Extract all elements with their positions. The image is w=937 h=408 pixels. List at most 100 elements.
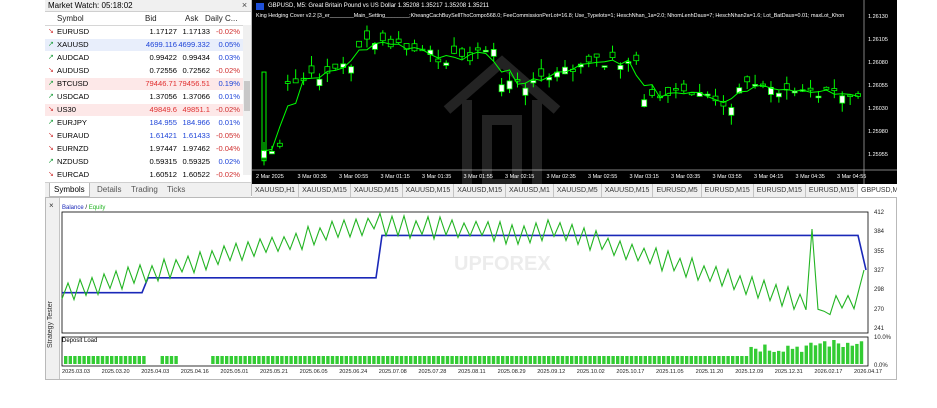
column-header-daily-change[interactable]: Daily C... [205, 12, 237, 25]
scrollbar-thumb[interactable] [244, 81, 250, 111]
candlestick-chart[interactable]: 1.26130 1.26105 1.26080 1.26055 1.26030 1.259… [252, 0, 897, 184]
deposit-load-bar [648, 356, 652, 364]
market-watch-tabs: Symbols Details Trading Ticks [45, 182, 251, 197]
chart-tab[interactable]: XAUUSD,M5 [554, 184, 602, 197]
symbol-row-eurjpy[interactable]: ↗ EURJPY 184.955 184.966 0.01% [45, 117, 243, 129]
column-header-ask[interactable]: Ask [185, 12, 198, 25]
ask-price: 1.37066 [182, 92, 210, 101]
deposit-load-bar [662, 356, 666, 364]
deposit-load-bar [547, 356, 551, 364]
symbol-row-eurcad[interactable]: ↘ EURCAD 1.60512 1.60522 -0.02% [45, 169, 243, 181]
candle [831, 88, 838, 92]
chart-tab[interactable]: XAUUSD,M15 [299, 184, 351, 197]
deposit-load-bar [588, 356, 592, 364]
deposit-load-bar [629, 356, 634, 364]
candle [530, 80, 537, 84]
deposit-load-bar [257, 356, 261, 364]
deposit-load-bar [289, 356, 293, 364]
bid-price: 0.59315 [149, 157, 177, 166]
deposit-load-bar [174, 356, 178, 364]
chart-tab[interactable]: XAUUSD,M15 [351, 184, 403, 197]
deposit-load-bar [243, 356, 247, 364]
deposit-load-bar [77, 356, 82, 364]
symbol-row-audcad[interactable]: ↗ AUDCAD 0.99422 0.99434 0.03% [45, 52, 243, 64]
deposit-load-bar [215, 356, 220, 364]
chart-tab[interactable]: EURUSD,M15 [754, 184, 806, 197]
symbol-row-xauusd[interactable]: ↗ XAUUSD 4699.116 4699.332 0.05% [45, 39, 243, 51]
deposit-load-bar [574, 356, 578, 364]
symbol-row-usdcad[interactable]: ↗ USDCAD 1.37056 1.37066 0.01% [45, 91, 243, 103]
symbol-row-eurnzd[interactable]: ↘ EURNZD 1.97447 1.97462 -0.04% [45, 143, 243, 155]
deposit-load-bar [786, 345, 790, 364]
deposit-load-bar [721, 356, 726, 364]
bid-price: 49849.6 [149, 105, 177, 114]
deposit-load-bar [542, 356, 546, 364]
candle [276, 142, 283, 147]
bid-price: 1.60512 [149, 170, 177, 179]
y-axis-label: 270 [874, 306, 885, 313]
deposit-load-bar [376, 356, 381, 364]
chart-tab[interactable]: GBPUSD,M15 [858, 184, 897, 197]
chart-tab[interactable]: XAUUSD,M1 [506, 184, 554, 197]
bid-price: 79446.71 [145, 79, 177, 88]
candle [379, 32, 386, 42]
price-chart[interactable]: 1.26130 1.26105 1.26080 1.26055 1.26030 1.259… [252, 0, 897, 184]
candle [387, 38, 394, 48]
balance-equity-graph[interactable]: UPFOREX [46, 198, 896, 379]
deposit-load-bar [827, 346, 831, 364]
chart-tab[interactable]: XAUUSD,M15 [602, 184, 654, 197]
column-header-bid[interactable]: Bid [145, 12, 157, 25]
symbol-row-btcusd[interactable]: ↗ BTCUSD 79446.71 79456.51 0.19% [45, 78, 243, 90]
arrow-up-icon: ↗ [48, 93, 54, 100]
deposit-load-bar [800, 351, 804, 364]
x-axis-label: 2026.02.17 [814, 369, 843, 375]
price-label: 1.26030 [868, 106, 888, 112]
market-watch-header: Symbol Bid Ask Daily C... [45, 12, 251, 26]
symbol-row-eurusd[interactable]: ↘ EURUSD 1.17127 1.17133 -0.02% [45, 26, 243, 38]
deposit-load-bar [850, 345, 854, 364]
deposit-load-bar [330, 356, 335, 364]
tab-details[interactable]: Details [93, 183, 125, 196]
candle [744, 76, 751, 83]
candle [601, 65, 608, 68]
chart-tab[interactable]: EURUSD,M5 [653, 184, 702, 197]
symbol-row-nzdusd[interactable]: ↗ NZDUSD 0.59315 0.59325 0.02% [45, 156, 243, 168]
scrollbar[interactable] [243, 25, 251, 175]
close-icon[interactable]: × [240, 0, 249, 11]
chart-tab[interactable]: EURUSD,M15 [702, 184, 754, 197]
symbol-row-euraud[interactable]: ↘ EURAUD 1.61421 1.61433 -0.05% [45, 130, 243, 142]
column-header-symbol[interactable]: Symbol [57, 12, 84, 25]
deposit-load-bar [735, 356, 739, 364]
deposit-load-bar [64, 356, 68, 364]
deposit-load-bar [211, 356, 215, 364]
candle [633, 54, 640, 62]
symbol-row-us30[interactable]: ↘ US30 49849.6 49851.1 -0.02% [45, 104, 243, 116]
candle [506, 80, 513, 90]
deposit-load-bar [533, 356, 537, 364]
chart-tab[interactable]: XAUUSD,M15 [403, 184, 455, 197]
x-axis-label: 2025.09.12 [537, 369, 566, 375]
x-axis-label: 2025.12.31 [774, 369, 803, 375]
chart-tab[interactable]: XAUUSD,H1 [252, 184, 300, 197]
arrow-up-icon: ↗ [48, 80, 54, 87]
chart-tab[interactable]: EURUSD,M15 [806, 184, 859, 197]
deposit-load-bar [418, 356, 422, 364]
symbol-name: EURUSD [57, 27, 90, 36]
deposit-load-bar [519, 356, 523, 364]
candle [435, 58, 442, 63]
tab-trading[interactable]: Trading [127, 183, 162, 196]
candle [672, 88, 679, 91]
deposit-load-bar [321, 356, 325, 364]
time-label: 3 Mar 02:55 [588, 174, 617, 180]
deposit-load-bar [353, 356, 358, 364]
tab-ticks[interactable]: Ticks [163, 183, 189, 196]
deposit-load-bar [266, 356, 270, 364]
deposit-load-bar [303, 356, 307, 364]
deposit-load-bar [114, 356, 118, 364]
symbol-row-audusd[interactable]: ↘ AUDUSD 0.72556 0.72562 -0.02% [45, 65, 243, 77]
chart-tab[interactable]: XAUUSD,M15 [454, 184, 507, 197]
deposit-load-bar [859, 341, 864, 364]
deposit-load-bar [133, 356, 137, 364]
deposit-load-bar [680, 356, 684, 364]
tab-symbols[interactable]: Symbols [49, 183, 90, 197]
